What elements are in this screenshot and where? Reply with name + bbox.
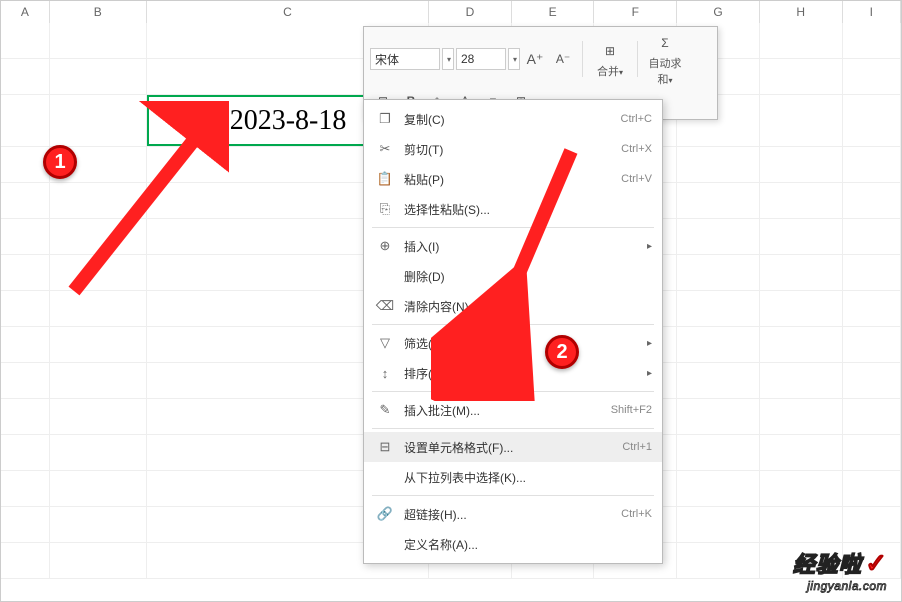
menu-divider [372,324,654,325]
menu-cut[interactable]: ✂ 剪切(T) Ctrl+X [364,134,662,164]
menu-hyperlink[interactable]: 🔗 超链接(H)... Ctrl+K [364,499,662,529]
watermark-main: 经验啦 [793,552,862,577]
decrease-font-icon[interactable]: A⁻ [550,47,576,71]
menu-copy[interactable]: ❐ 复制(C) Ctrl+C [364,104,662,134]
watermark-sub: jingyanla.com [793,579,887,593]
col-header-E[interactable]: E [512,1,595,23]
cell-A3[interactable] [1,95,50,146]
paste-special-icon: ⎘ [374,200,396,218]
callout-marker-2: 2 [545,335,579,369]
paste-icon: 📋 [374,170,396,188]
menu-insert-comment[interactable]: ✎ 插入批注(M)... Shift+F2 [364,395,662,425]
menu-delete[interactable]: 删除(D) [364,261,662,291]
menu-divider [372,227,654,228]
cell-H3[interactable] [760,95,843,146]
font-name-value: 宋体 [375,51,399,68]
menu-insert[interactable]: ⊕ 插入(I) ▸ [364,231,662,261]
filter-icon: ▽ [374,334,396,352]
merge-label: 合并▾ [589,63,631,79]
font-size-select[interactable]: 28 [456,48,506,70]
col-header-A[interactable]: A [1,1,50,23]
autosum-icon[interactable]: Σ [652,31,678,55]
clear-icon: ⌫ [374,297,396,315]
submenu-arrow-icon: ▸ [647,368,652,379]
context-menu: ❐ 复制(C) Ctrl+C ✂ 剪切(T) Ctrl+X 📋 粘贴(P) Ct… [363,99,663,564]
merge-cells-icon[interactable]: ⊞ [597,39,623,63]
cut-icon: ✂ [374,140,396,158]
col-header-C[interactable]: C [147,1,429,23]
checkmark-icon: ✓ [865,548,887,578]
menu-sort[interactable]: ↕ 排序(U) ▸ [364,358,662,388]
col-header-I[interactable]: I [843,1,901,23]
col-header-B[interactable]: B [50,1,147,23]
watermark: 经验啦 ✓ jingyanla.com [793,547,887,593]
format-cells-icon: ⊟ [374,438,396,456]
menu-paste-special[interactable]: ⎘ 选择性粘贴(S)... [364,194,662,224]
col-header-H[interactable]: H [760,1,843,23]
autosum-label: 自动求和▾ [644,55,686,87]
menu-divider [372,495,654,496]
menu-divider [372,391,654,392]
menu-filter[interactable]: ▽ 筛选(L) ▸ [364,328,662,358]
cell-I3[interactable] [843,95,901,146]
increase-font-icon[interactable]: A⁺ [522,47,548,71]
copy-icon: ❐ [374,110,396,128]
menu-define-name[interactable]: 定义名称(A)... [364,529,662,559]
font-size-value: 28 [461,52,474,66]
column-headers: A B C D E F G H I [1,1,901,23]
callout-marker-1: 1 [43,145,77,179]
comment-icon: ✎ [374,401,396,419]
submenu-arrow-icon: ▸ [647,338,652,349]
col-header-G[interactable]: G [677,1,760,23]
menu-format-cells[interactable]: ⊟ 设置单元格格式(F)... Ctrl+1 [364,432,662,462]
menu-paste[interactable]: 📋 粘贴(P) Ctrl+V [364,164,662,194]
menu-clear[interactable]: ⌫ 清除内容(N) [364,291,662,321]
cell-B3[interactable] [50,95,147,146]
hyperlink-icon: 🔗 [374,505,396,523]
font-name-dropdown-icon[interactable]: ▾ [442,48,454,70]
font-name-select[interactable]: 宋体 [370,48,440,70]
sort-icon: ↕ [374,364,396,382]
col-header-D[interactable]: D [429,1,512,23]
font-size-dropdown-icon[interactable]: ▾ [508,48,520,70]
insert-icon: ⊕ [374,237,396,255]
submenu-arrow-icon: ▸ [647,241,652,252]
menu-pick-from-list[interactable]: 从下拉列表中选择(K)... [364,462,662,492]
menu-divider [372,428,654,429]
col-header-F[interactable]: F [594,1,677,23]
